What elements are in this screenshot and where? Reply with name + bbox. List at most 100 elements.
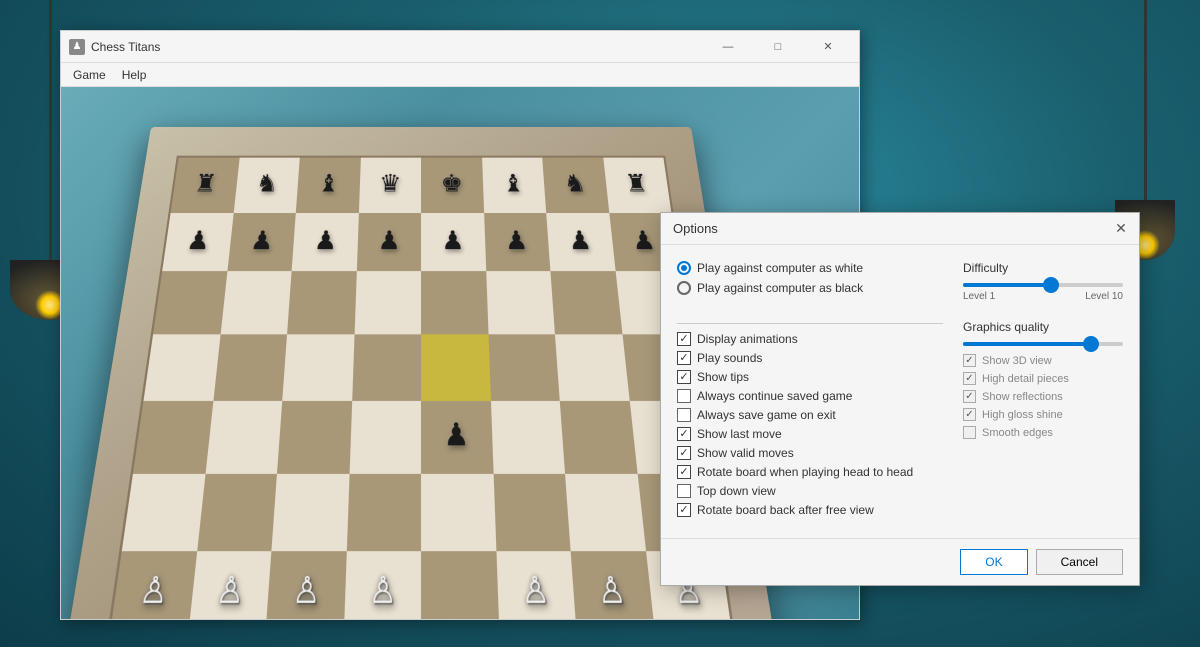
divider bbox=[677, 323, 943, 324]
gfx-high-detail-label: High detail pieces bbox=[982, 373, 1069, 385]
difficulty-title: Difficulty bbox=[963, 261, 1123, 275]
radio-black-label: Play against computer as black bbox=[697, 281, 863, 295]
piece: ♝ bbox=[484, 160, 544, 211]
chess-cell: ♙ bbox=[187, 551, 271, 619]
chess-cell: ♛ bbox=[358, 158, 421, 213]
checkbox-continue-label: Always continue saved game bbox=[697, 389, 852, 403]
maximize-button[interactable]: □ bbox=[755, 35, 801, 59]
graphics-slider[interactable] bbox=[963, 342, 1123, 346]
chess-cell bbox=[560, 401, 637, 473]
gfx-reflections-label: Show reflections bbox=[982, 391, 1063, 403]
chess-cell: ♝ bbox=[296, 158, 361, 213]
graphics-fill bbox=[963, 342, 1091, 346]
chess-cell bbox=[197, 473, 277, 551]
piece: ♟ bbox=[294, 215, 356, 269]
checkbox-valid-moves[interactable]: Show valid moves bbox=[677, 446, 943, 460]
chess-board: ♜ ♞ ♝ ♛ ♚ ♝ ♞ ♜ ♟ ♟ ♟ ♟ ♟ ♟ ♟ ♟ bbox=[93, 156, 749, 619]
chess-cell bbox=[490, 401, 565, 473]
checkbox-rotate-head[interactable]: Rotate board when playing head to head bbox=[677, 465, 943, 479]
chess-cell: ♝ bbox=[482, 158, 547, 213]
checkbox-rotate-free[interactable]: Rotate board back after free view bbox=[677, 503, 943, 517]
chess-cell bbox=[550, 271, 621, 334]
dialog-buttons: OK Cancel bbox=[661, 538, 1139, 585]
gfx-checkbox-3dview[interactable]: Show 3D view bbox=[963, 354, 1123, 367]
gfx-gloss-box bbox=[963, 408, 976, 421]
gfx-checkbox-reflections[interactable]: Show reflections bbox=[963, 390, 1123, 403]
checkbox-tips[interactable]: Show tips bbox=[677, 370, 943, 384]
checkbox-save-exit-box bbox=[677, 408, 691, 422]
difficulty-min: Level 1 bbox=[963, 291, 995, 302]
menubar: Game Help bbox=[61, 63, 859, 87]
gfx-checkbox-smooth[interactable]: Smooth edges bbox=[963, 426, 1123, 439]
checkbox-sounds-box bbox=[677, 351, 691, 365]
difficulty-thumb[interactable] bbox=[1043, 277, 1059, 293]
ok-button[interactable]: OK bbox=[960, 549, 1027, 575]
chess-cell: ♟ bbox=[292, 212, 359, 271]
chess-cell: ♟ bbox=[227, 212, 296, 271]
gfx-checkbox-high-detail[interactable]: High detail pieces bbox=[963, 372, 1123, 385]
dialog-left-panel: Play against computer as white Play agai… bbox=[677, 261, 943, 522]
checkbox-save-exit[interactable]: Always save game on exit bbox=[677, 408, 943, 422]
chess-cell bbox=[346, 473, 421, 551]
piece: ♟ bbox=[359, 215, 419, 269]
chess-cell bbox=[133, 401, 213, 473]
chess-cell: ♙ bbox=[571, 551, 655, 619]
chess-cell bbox=[287, 271, 356, 334]
piece: ♙ bbox=[346, 554, 419, 619]
gfx-smooth-box bbox=[963, 426, 976, 439]
chess-cell bbox=[352, 334, 421, 401]
dialog-close-button[interactable]: ✕ bbox=[1109, 217, 1133, 241]
checkbox-rotate-free-label: Rotate board back after free view bbox=[697, 503, 874, 517]
chess-cell bbox=[143, 334, 220, 401]
piece: ♟ bbox=[548, 215, 612, 269]
options-dialog: Options ✕ Play against computer as white… bbox=[660, 212, 1140, 586]
chess-cell: ♟ bbox=[484, 212, 551, 271]
minimize-button[interactable]: — bbox=[705, 35, 751, 59]
difficulty-slider[interactable] bbox=[963, 283, 1123, 287]
radio-black-indicator bbox=[677, 281, 691, 295]
chess-cell bbox=[205, 401, 282, 473]
piece: ♛ bbox=[361, 160, 419, 211]
chess-cell bbox=[349, 401, 421, 473]
piece: ♞ bbox=[236, 160, 298, 211]
window-titlebar: ♟ Chess Titans — □ ✕ bbox=[61, 31, 859, 63]
chess-cell: ♟ bbox=[356, 212, 421, 271]
dialog-titlebar: Options ✕ bbox=[661, 213, 1139, 245]
checkbox-last-move[interactable]: Show last move bbox=[677, 427, 943, 441]
piece: ♚ bbox=[423, 160, 481, 211]
checkbox-last-move-box bbox=[677, 427, 691, 441]
radio-white-label: Play against computer as white bbox=[697, 261, 863, 275]
window-icon: ♟ bbox=[69, 39, 85, 55]
checkbox-tips-box bbox=[677, 370, 691, 384]
gfx-checkbox-gloss[interactable]: High gloss shine bbox=[963, 408, 1123, 421]
difficulty-track bbox=[963, 283, 1123, 287]
checkbox-last-move-label: Show last move bbox=[697, 427, 782, 441]
chess-cell bbox=[421, 551, 499, 619]
checkbox-animations[interactable]: Display animations bbox=[677, 332, 943, 346]
difficulty-fill bbox=[963, 283, 1051, 287]
chess-cell bbox=[421, 334, 490, 401]
checkbox-continue-box bbox=[677, 389, 691, 403]
chess-cell: ♟ bbox=[421, 401, 493, 473]
checkbox-top-down-box bbox=[677, 484, 691, 498]
radio-white-indicator bbox=[677, 261, 691, 275]
piece: ♟ bbox=[165, 215, 231, 269]
chess-cell: ♙ bbox=[265, 551, 346, 619]
window-close-button[interactable]: ✕ bbox=[805, 35, 851, 59]
menu-help[interactable]: Help bbox=[114, 63, 155, 86]
graphics-thumb[interactable] bbox=[1083, 336, 1099, 352]
menu-game[interactable]: Game bbox=[65, 63, 114, 86]
checkbox-sounds[interactable]: Play sounds bbox=[677, 351, 943, 365]
cancel-button[interactable]: Cancel bbox=[1036, 549, 1123, 575]
chess-cell bbox=[282, 334, 354, 401]
chess-cell: ♙ bbox=[496, 551, 577, 619]
chess-cell: ♞ bbox=[233, 158, 300, 213]
checkbox-continue[interactable]: Always continue saved game bbox=[677, 389, 943, 403]
chess-cell bbox=[354, 271, 421, 334]
chess-cell bbox=[213, 334, 287, 401]
radio-white[interactable]: Play against computer as white bbox=[677, 261, 943, 275]
graphics-title: Graphics quality bbox=[963, 320, 1123, 334]
radio-black[interactable]: Play against computer as black bbox=[677, 281, 943, 295]
checkbox-top-down[interactable]: Top down view bbox=[677, 484, 943, 498]
checkbox-valid-moves-box bbox=[677, 446, 691, 460]
